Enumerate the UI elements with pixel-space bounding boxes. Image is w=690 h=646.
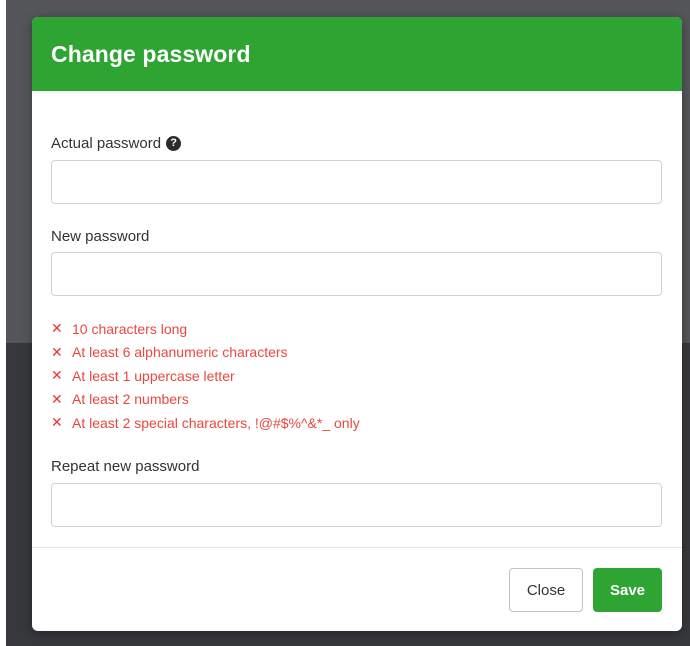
cross-icon: ✕ <box>51 320 63 337</box>
repeat-password-input[interactable] <box>51 483 662 527</box>
new-password-label: New password <box>51 228 150 245</box>
close-button[interactable]: Close <box>509 568 583 612</box>
actual-password-input[interactable] <box>51 160 662 204</box>
password-rule: ✕ 10 characters long <box>51 317 360 341</box>
password-rule: ✕ At least 2 numbers <box>51 388 360 412</box>
cross-icon: ✕ <box>51 343 63 360</box>
password-rule-text: At least 1 uppercase letter <box>72 367 235 384</box>
dialog-header: Change password <box>32 17 682 91</box>
actual-password-label: Actual password <box>51 135 162 152</box>
page-edge <box>0 0 6 646</box>
password-rule-text: At least 6 alphanumeric characters <box>72 344 288 361</box>
new-password-label-row: New password <box>51 228 149 245</box>
question-circle-icon[interactable]: ? <box>166 136 182 151</box>
password-rules-list: ✕ 10 characters long ✕ At least 6 alphan… <box>51 317 360 435</box>
dialog-body: Actual password ? New password ✕ 10 char… <box>32 91 682 547</box>
dialog-footer: Close Save <box>32 547 682 631</box>
actual-password-label-row: Actual password ? <box>51 135 182 152</box>
password-rule-text: 10 characters long <box>72 320 188 337</box>
new-password-input[interactable] <box>51 252 662 296</box>
cross-icon: ✕ <box>51 390 63 407</box>
password-rule: ✕ At least 2 special characters, !@#$%^&… <box>51 411 360 435</box>
password-rule-text: At least 2 numbers <box>72 391 189 408</box>
change-password-dialog: Change password Actual password ? New pa… <box>32 17 682 631</box>
password-rule: ✕ At least 6 alphanumeric characters <box>51 341 360 365</box>
password-rule: ✕ At least 1 uppercase letter <box>51 364 360 388</box>
cross-icon: ✕ <box>51 367 63 384</box>
repeat-password-label: Repeat new password <box>51 458 200 475</box>
save-button[interactable]: Save <box>593 568 662 612</box>
dialog-title: Change password <box>51 40 251 67</box>
password-rule-text: At least 2 special characters, !@#$%^&*_… <box>72 414 360 431</box>
cross-icon: ✕ <box>51 414 63 431</box>
repeat-password-label-row: Repeat new password <box>51 458 199 475</box>
